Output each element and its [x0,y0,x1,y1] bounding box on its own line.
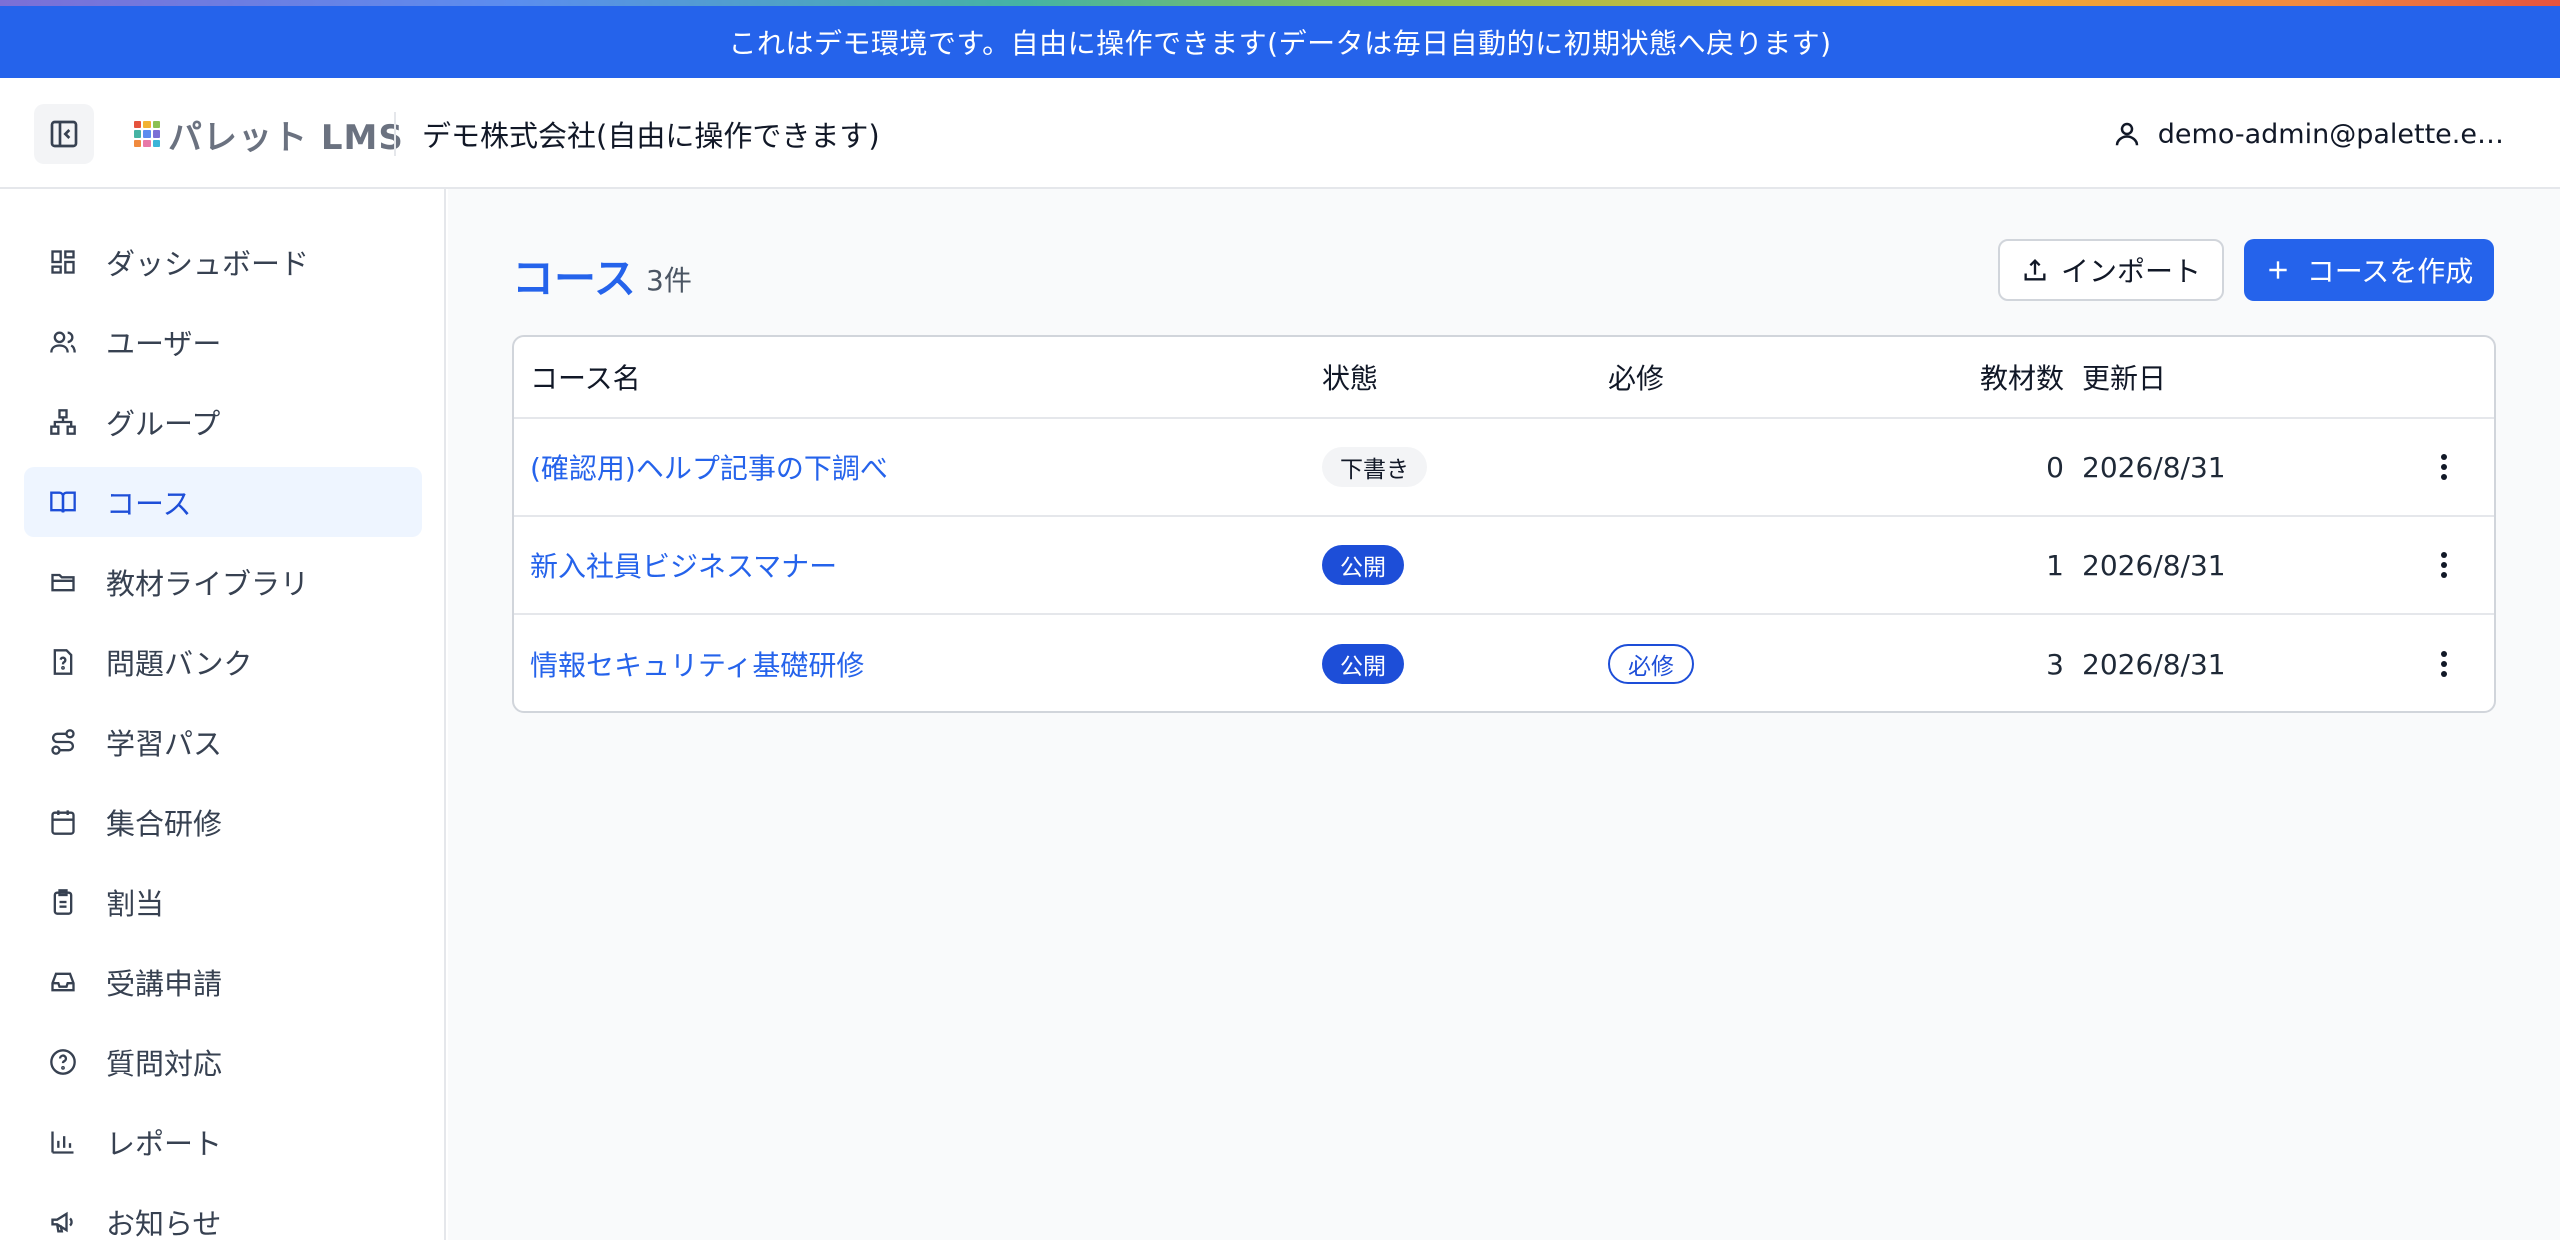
sidebar-item-enrollment-requests[interactable]: 受講申請 [24,947,422,1017]
demo-banner-text: これはデモ環境です。自由に操作できます(データは毎日自動的に初期状態へ戻ります) [728,27,1832,60]
sidebar-item-courses[interactable]: コース [24,467,422,537]
dashboard-icon [48,247,78,277]
plus-icon [2269,261,2287,279]
updated-date: 2026/8/31 [2082,548,2226,582]
create-course-button-label: コースを作成 [2306,255,2474,288]
sidebar-collapse-icon [50,120,78,148]
status-badge: 下書き [1322,447,1427,487]
sidebar-item-group-training[interactable]: 集合研修 [24,787,422,857]
row-actions-button[interactable] [2424,447,2464,487]
sidebar-item-dashboard[interactable]: ダッシュボード [24,227,422,297]
row-actions-button[interactable] [2424,545,2464,585]
sidebar-item-reports[interactable]: レポート [24,1107,422,1177]
table-row[interactable]: (確認用)ヘルプ記事の下調べ 下書き 0 2026/8/31 [514,419,2494,517]
column-header-status[interactable]: 状態 [1322,337,1378,417]
question-file-icon [48,647,78,677]
bar-chart-icon [48,1127,78,1157]
user-icon [2115,122,2139,146]
updated-date: 2026/8/31 [2082,450,2226,484]
sidebar-item-label: 問題バンク [106,647,253,681]
sidebar-item-groups[interactable]: グループ [24,387,422,457]
logo-mark-icon [134,121,160,147]
sidebar-item-label: 質問対応 [106,1047,223,1081]
sidebar-item-label: 学習パス [106,727,223,761]
status-badge: 公開 [1322,545,1404,585]
create-course-button[interactable]: コースを作成 [2244,239,2494,301]
more-vertical-icon [2441,651,2447,677]
clipboard-icon [48,887,78,917]
materials-count: 0 [2046,450,2064,484]
sidebar-item-users[interactable]: ユーザー [24,307,422,377]
book-icon [48,487,78,517]
course-name-link[interactable]: 新入社員ビジネスマナー [530,517,837,613]
sidebar-item-label: 教材ライブラリ [106,567,310,601]
status-badge: 公開 [1322,644,1404,684]
sidebar-item-question-bank[interactable]: 問題バンク [24,627,422,697]
required-badge: 必修 [1608,644,1694,684]
course-count: 3件 [646,264,692,297]
row-actions-button[interactable] [2424,644,2464,684]
user-menu[interactable]: demo-admin@palette.e… [2112,112,2504,156]
more-vertical-icon [2441,552,2447,578]
folder-icon [48,567,78,597]
sidebar: ダッシュボード ユーザー グループ コース 教材ライブラリ 問題バンク 学習パス… [0,189,446,1241]
course-name-link[interactable]: 情報セキュリティ基礎研修 [530,615,864,711]
app-logo[interactable]: パレット LMS [134,112,404,158]
column-header-updated[interactable]: 更新日 [2082,337,2166,417]
sidebar-item-label: お知らせ [106,1207,222,1241]
column-header-materials[interactable]: 教材数 [1914,337,2064,417]
import-button-label: インポート [2060,255,2201,288]
megaphone-icon [48,1207,78,1237]
help-circle-icon [48,1047,78,1077]
sidebar-item-announcements[interactable]: お知らせ [24,1187,422,1257]
sidebar-item-label: コース [106,487,192,521]
user-email: demo-admin@palette.e… [2157,118,2504,150]
sidebar-item-label: 受講申請 [106,967,223,1001]
upload-icon [2024,259,2046,281]
inbox-icon [48,967,78,997]
updated-date: 2026/8/31 [2082,647,2226,681]
course-table: コース名 状態 必修 教材数 更新日 (確認用)ヘルプ記事の下調べ 下書き 0 … [512,335,2496,713]
materials-count: 3 [2046,647,2064,681]
table-row[interactable]: 情報セキュリティ基礎研修 公開 必修 3 2026/8/31 [514,615,2494,711]
users-icon [48,327,78,357]
sidebar-item-label: レポート [106,1127,223,1161]
group-icon [48,407,78,437]
main-content: コース 3件 インポート コースを作成 コース名 状態 必修 教材数 更新日 (… [448,189,2560,1240]
more-vertical-icon [2441,454,2447,480]
header-divider [394,112,396,156]
table-header: コース名 状態 必修 教材数 更新日 [514,337,2494,419]
sidebar-item-label: 集合研修 [106,807,223,841]
column-header-required[interactable]: 必修 [1608,337,1664,417]
sidebar-item-label: ユーザー [106,327,222,361]
sidebar-item-assignments[interactable]: 割当 [24,867,422,937]
column-header-name[interactable]: コース名 [530,337,641,417]
sidebar-item-label: グループ [106,407,221,441]
demo-banner: これはデモ環境です。自由に操作できます(データは毎日自動的に初期状態へ戻ります) [0,6,2560,78]
materials-count: 1 [2046,548,2064,582]
calendar-icon [48,807,78,837]
app-header: パレット LMS デモ株式会社(自由に操作できます) demo-admin@pa… [0,78,2560,189]
route-icon [48,727,78,757]
logo-text: パレット LMS [168,117,404,158]
sidebar-item-library[interactable]: 教材ライブラリ [24,547,422,617]
page-title: コース [512,254,636,303]
table-row[interactable]: 新入社員ビジネスマナー 公開 1 2026/8/31 [514,517,2494,615]
sidebar-item-questions[interactable]: 質問対応 [24,1027,422,1097]
import-button[interactable]: インポート [1998,239,2224,301]
sidebar-item-learning-path[interactable]: 学習パス [24,707,422,777]
company-name: デモ株式会社(自由に操作できます) [422,119,880,153]
course-name-link[interactable]: (確認用)ヘルプ記事の下調べ [530,419,888,515]
sidebar-item-label: ダッシュボード [106,247,310,281]
sidebar-collapse-button[interactable] [34,104,94,164]
sidebar-item-label: 割当 [106,887,165,921]
